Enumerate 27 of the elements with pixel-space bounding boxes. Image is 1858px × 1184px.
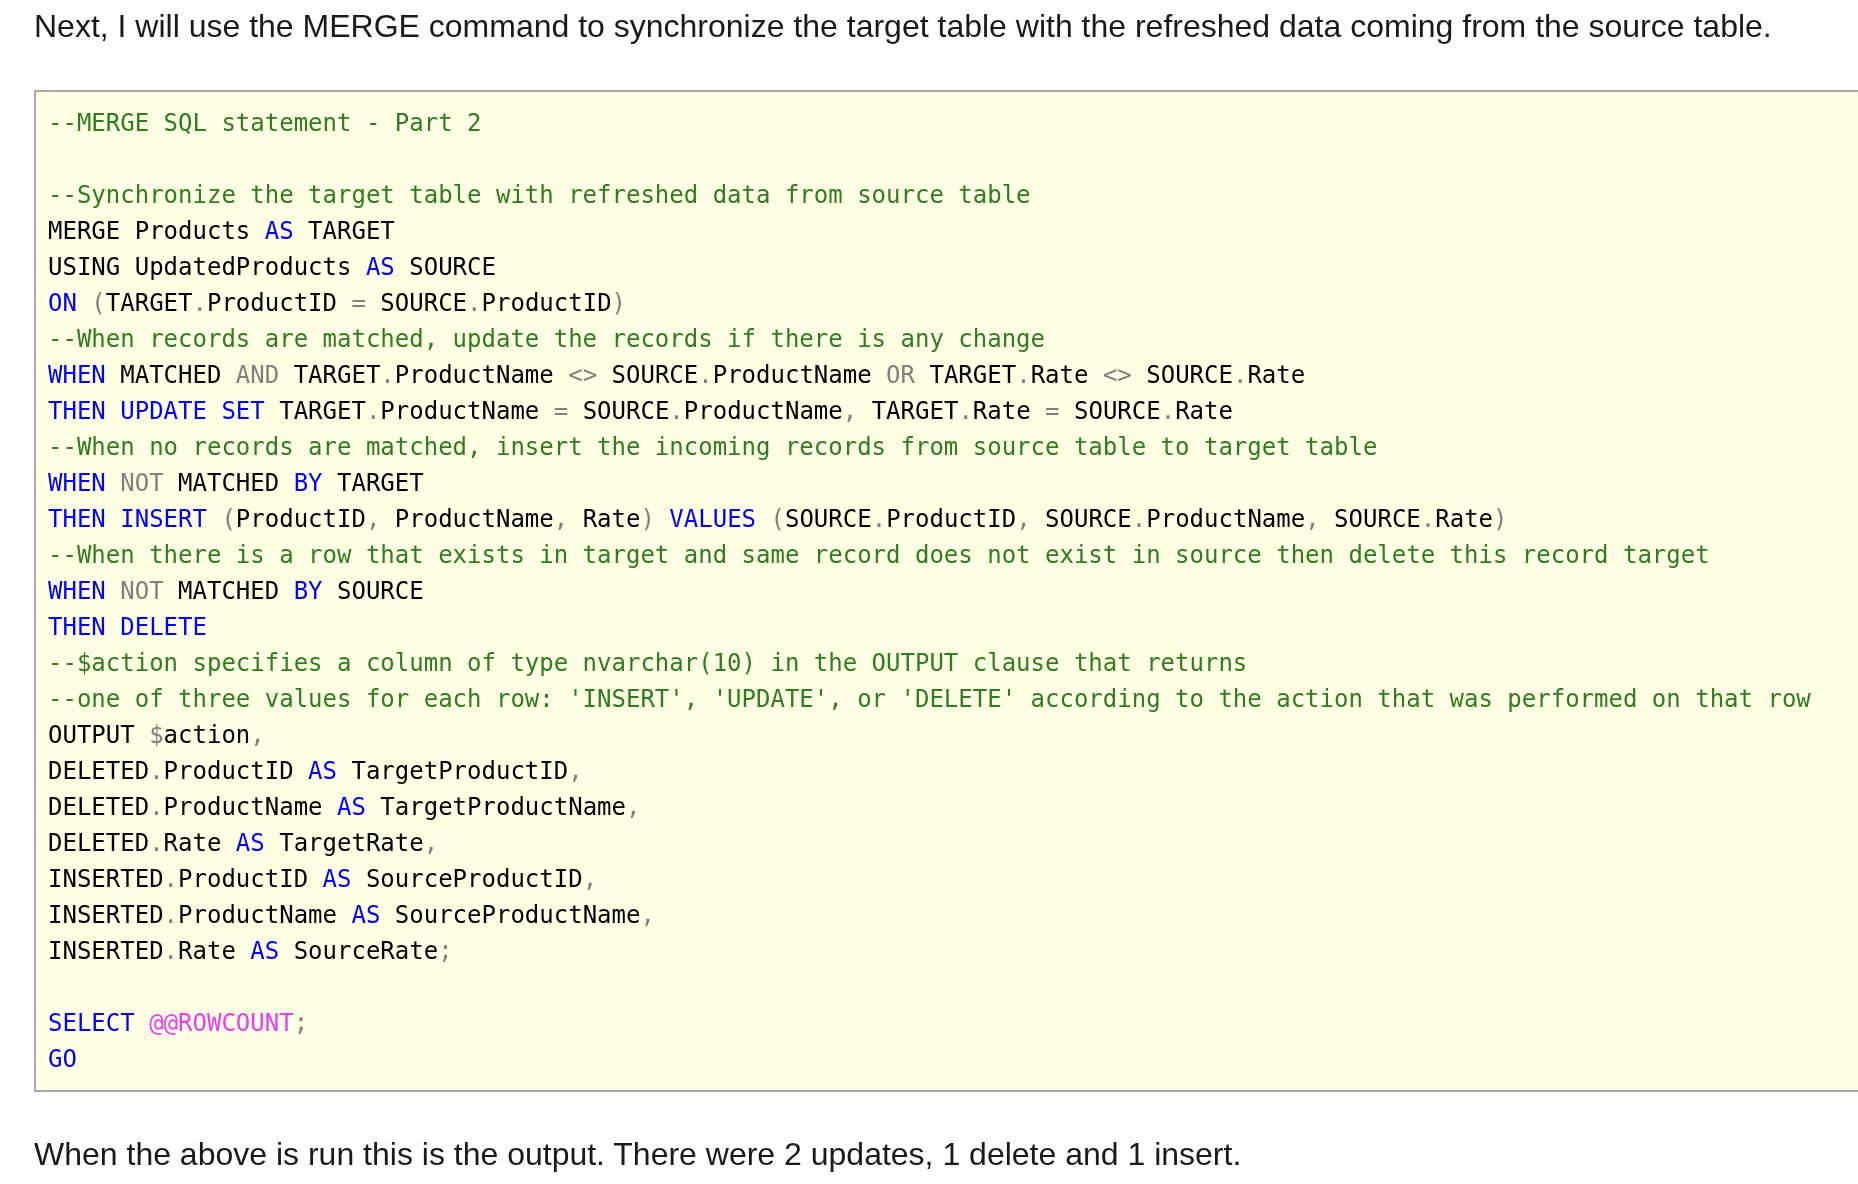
code-line: WHEN MATCHED AND TARGET.ProductName <> SOURCE.ProductName OR TARGET.Rate <> SOURCE.Rate xyxy=(48,360,1307,391)
code-line: --Synchronize the target table with refreshed data from source table xyxy=(48,180,1032,211)
code-line: ON (TARGET.ProductID = SOURCE.ProductID) xyxy=(48,288,628,319)
code-line: DELETED.Rate AS TargetRate, xyxy=(48,828,440,859)
code-line: --one of three values for each row: 'INSERT', 'UPDATE', or 'DELETE' according to the action that was performed on that row xyxy=(48,684,1812,715)
code-line: WHEN NOT MATCHED BY SOURCE xyxy=(48,576,425,607)
code-line: SELECT @@ROWCOUNT; xyxy=(48,1008,310,1039)
code-line: --MERGE SQL statement - Part 2 xyxy=(48,108,483,139)
code-line: INSERTED.ProductName AS SourceProductName, xyxy=(48,900,656,931)
code-line: THEN INSERT (ProductID, ProductName, Rate) VALUES (SOURCE.ProductID, SOURCE.ProductName, SOURCE.Rate) xyxy=(48,504,1509,535)
intro-paragraph: Next, I will use the MERGE command to synchronize the target table with the refreshed data coming from the source table. xyxy=(34,7,1773,46)
code-line: USING UpdatedProducts AS SOURCE xyxy=(48,252,497,283)
code-line: --When no records are matched, insert the incoming records from source table to target table xyxy=(48,432,1379,463)
outro-paragraph: When the above is run this is the output. There were 2 updates, 1 delete and 1 insert. xyxy=(34,1135,1243,1174)
code-line: THEN DELETE xyxy=(48,612,208,643)
code-line: DELETED.ProductID AS TargetProductID, xyxy=(48,756,584,787)
code-line: --When records are matched, update the records if there is any change xyxy=(48,324,1046,355)
code-line: INSERTED.ProductID AS SourceProductID, xyxy=(48,864,599,895)
code-line: --$action specifies a column of type nvarchar(10) in the OUTPUT clause that returns xyxy=(48,648,1249,679)
code-line: DELETED.ProductName AS TargetProductName, xyxy=(48,792,642,823)
code-line: THEN UPDATE SET TARGET.ProductName = SOURCE.ProductName, TARGET.Rate = SOURCE.Rate xyxy=(48,396,1234,427)
code-line: OUTPUT $action, xyxy=(48,720,266,751)
code-line: WHEN NOT MATCHED BY TARGET xyxy=(48,468,425,499)
code-line: --When there is a row that exists in target and same record does not exist in source then delete this record target xyxy=(48,540,1711,571)
code-line: GO xyxy=(48,1044,78,1075)
code-line: MERGE Products AS TARGET xyxy=(48,216,396,247)
code-line: INSERTED.Rate AS SourceRate; xyxy=(48,936,454,967)
